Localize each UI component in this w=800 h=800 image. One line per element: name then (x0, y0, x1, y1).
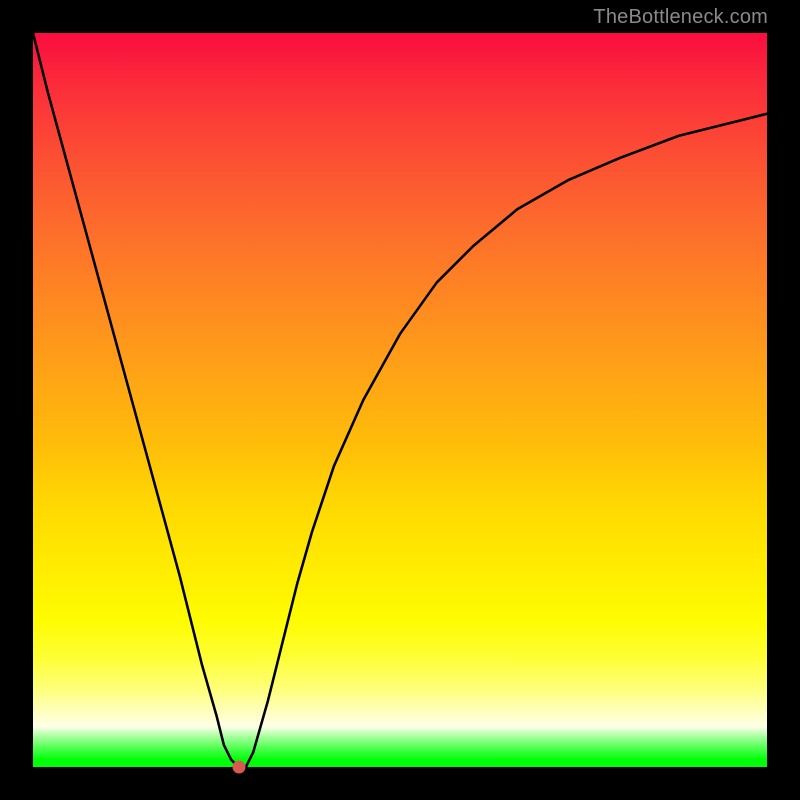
plot-area (33, 33, 767, 767)
bottleneck-curve (33, 33, 767, 767)
watermark-text: TheBottleneck.com (593, 6, 768, 29)
minimum-marker (232, 761, 245, 774)
chart-frame: TheBottleneck.com (0, 0, 800, 800)
